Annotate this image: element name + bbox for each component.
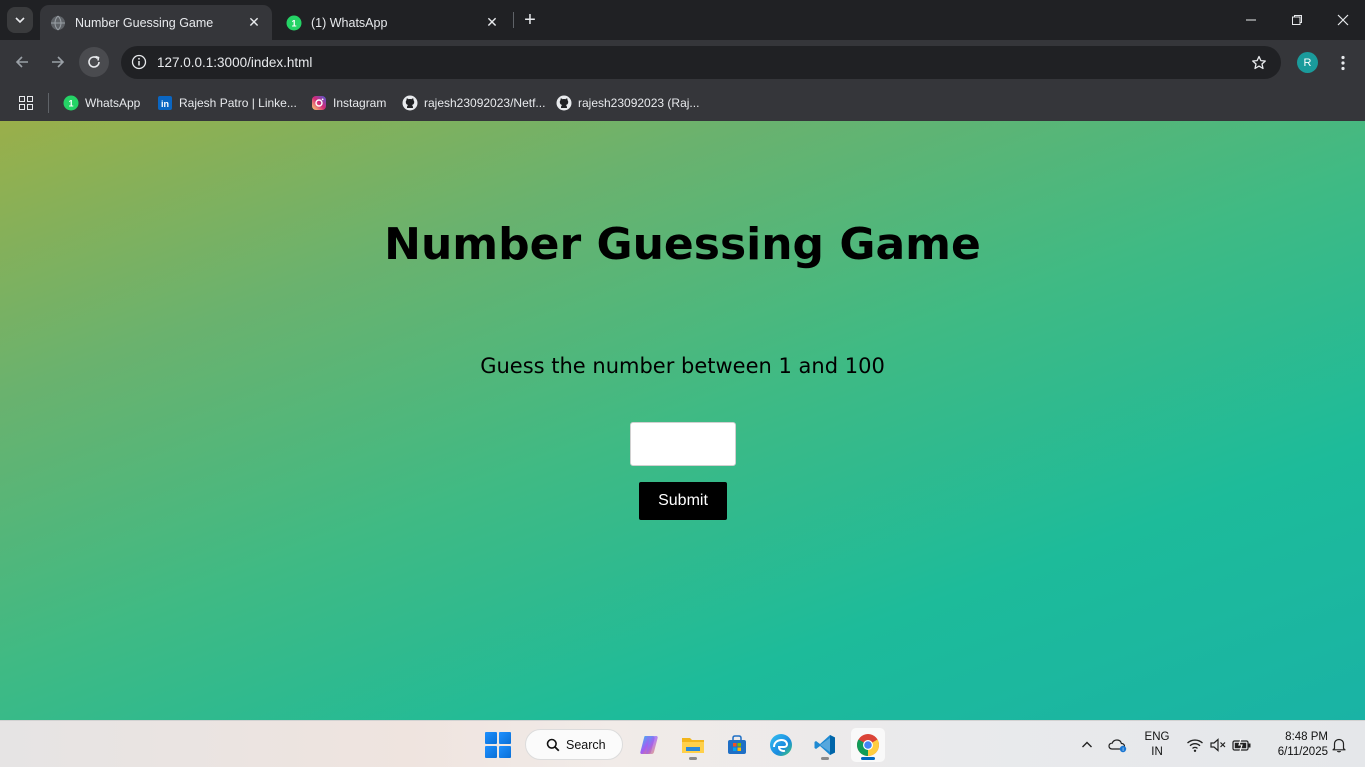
volume-muted-icon[interactable] — [1208, 735, 1228, 755]
globe-icon — [50, 15, 66, 31]
tab-search-button[interactable] — [7, 7, 33, 33]
tab-whatsapp[interactable]: 1 (1) WhatsApp ✕ — [276, 5, 510, 40]
restore-button[interactable] — [1274, 0, 1320, 40]
instagram-icon — [311, 95, 327, 111]
start-button[interactable] — [485, 732, 511, 758]
bookmark-label: rajesh23092023/Netf... — [424, 96, 546, 110]
restore-icon — [1292, 15, 1302, 25]
chrome-icon — [857, 734, 879, 756]
guess-input[interactable] — [630, 422, 736, 466]
tab-number-guessing-game[interactable]: Number Guessing Game ✕ — [40, 5, 272, 40]
page-content: Number Guessing Game Guess the number be… — [0, 121, 1365, 720]
copilot-icon — [640, 736, 658, 754]
svg-text:in: in — [161, 99, 169, 109]
notification-bell-icon[interactable] — [1329, 735, 1349, 755]
instruction-text: Guess the number between 1 and 100 — [480, 354, 885, 378]
minimize-button[interactable] — [1228, 0, 1274, 40]
chevron-up-icon[interactable] — [1078, 736, 1096, 754]
clock-time: 8:48 PM — [1285, 731, 1328, 743]
bookmarks-divider — [48, 93, 49, 113]
bookmark-label: Instagram — [333, 96, 387, 110]
taskbar-copilot[interactable] — [632, 728, 666, 762]
apps-grid-icon[interactable] — [16, 93, 36, 113]
whatsapp-icon: 1 — [63, 95, 79, 111]
submit-button[interactable]: Submit — [639, 482, 727, 520]
bookmark-linkedin[interactable]: in Rajesh Patro | Linke... — [157, 91, 297, 115]
whatsapp-icon: 1 — [286, 15, 302, 31]
close-window-button[interactable] — [1320, 0, 1365, 40]
taskbar-vscode[interactable] — [808, 728, 842, 762]
language-code: ENG — [1144, 731, 1170, 743]
bookmarks-bar: 1 WhatsApp in Rajesh Patro | Linke... In… — [0, 85, 1365, 121]
tab-close-icon[interactable]: ✕ — [246, 14, 262, 31]
new-tab-button[interactable]: + — [519, 9, 541, 31]
svg-text:1: 1 — [68, 99, 73, 109]
arrow-right-icon — [52, 56, 65, 68]
bookmark-label: rajesh23092023 (Raj... — [578, 96, 700, 110]
search-label: Search — [566, 737, 606, 752]
vscode-icon — [814, 735, 835, 755]
taskbar-microsoft-store[interactable] — [720, 728, 754, 762]
back-button[interactable] — [7, 47, 37, 77]
bookmark-star-icon[interactable] — [1249, 53, 1269, 73]
svg-text:1: 1 — [291, 18, 296, 28]
tab-title: (1) WhatsApp — [311, 15, 388, 30]
taskbar-search-button[interactable]: Search — [525, 729, 623, 760]
bookmark-label: WhatsApp — [85, 96, 141, 110]
browser-toolbar: 127.0.0.1:3000/index.html R — [0, 40, 1365, 85]
taskbar-edge[interactable] — [764, 728, 798, 762]
language-region: IN — [1151, 746, 1163, 758]
taskbar-chrome[interactable] — [851, 728, 885, 762]
reload-icon — [88, 55, 100, 68]
forward-button[interactable] — [43, 47, 73, 77]
tab-title: Number Guessing Game — [75, 15, 214, 30]
bookmark-whatsapp[interactable]: 1 WhatsApp — [63, 91, 140, 115]
edge-icon — [770, 734, 792, 756]
microsoft-store-icon — [728, 735, 746, 754]
svg-text:i: i — [1122, 747, 1123, 753]
bookmark-label: Rajesh Patro | Linke... — [179, 96, 297, 110]
more-options-icon[interactable] — [1333, 52, 1353, 73]
battery-icon[interactable] — [1232, 735, 1252, 755]
reload-button[interactable] — [79, 47, 109, 77]
clock-date: 6/11/2025 — [1277, 746, 1328, 758]
tab-divider — [513, 12, 514, 28]
page-title: Number Guessing Game — [384, 219, 981, 270]
system-clock[interactable]: 8:48 PM 6/11/2025 — [1262, 730, 1328, 760]
bookmark-github-profile[interactable]: rajesh23092023 (Raj... — [556, 91, 699, 115]
site-info-icon[interactable] — [129, 52, 149, 72]
arrow-left-icon — [15, 56, 28, 68]
onedrive-icon[interactable]: i — [1108, 735, 1128, 755]
windows-taskbar: Search i ENG IN 8:48 PM 6/11/2025 — [0, 720, 1365, 767]
profile-avatar[interactable]: R — [1297, 52, 1318, 73]
bookmark-instagram[interactable]: Instagram — [311, 91, 386, 115]
url-text: 127.0.0.1:3000/index.html — [157, 55, 313, 70]
minimize-icon — [1246, 19, 1256, 21]
address-bar[interactable]: 127.0.0.1:3000/index.html — [121, 46, 1281, 79]
taskbar-file-explorer[interactable] — [676, 728, 710, 762]
tab-close-icon[interactable]: ✕ — [484, 14, 500, 31]
browser-tab-strip: Number Guessing Game ✕ 1 (1) WhatsApp ✕ … — [0, 0, 1365, 40]
chevron-down-icon — [15, 17, 25, 24]
github-icon — [402, 95, 418, 111]
file-explorer-icon — [682, 738, 704, 753]
language-indicator[interactable]: ENG IN — [1140, 730, 1174, 760]
bookmark-github-netflix[interactable]: rajesh23092023/Netf... — [402, 91, 545, 115]
wifi-icon[interactable] — [1185, 735, 1205, 755]
close-icon — [1337, 14, 1349, 26]
search-icon — [546, 738, 560, 752]
windows-logo-icon — [485, 732, 497, 744]
github-icon — [556, 95, 572, 111]
linkedin-icon: in — [157, 95, 173, 111]
